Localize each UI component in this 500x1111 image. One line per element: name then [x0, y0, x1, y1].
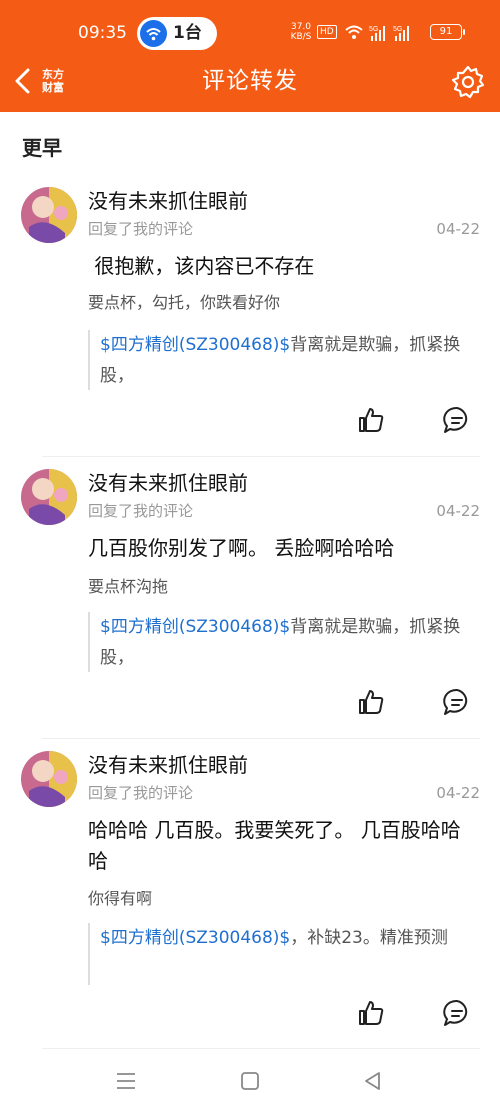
timestamp: 04-22 [436, 220, 480, 238]
list-item[interactable]: 没有未来抓住眼前 回复了我的评论 04-22 几百股你别发了啊。 丢脸啊哈哈哈 … [0, 464, 500, 746]
avatar[interactable] [21, 187, 77, 243]
reply-button[interactable] [442, 687, 472, 717]
my-comment: 要点杯沟拖 [88, 577, 169, 596]
hotspot-count: 1台 [173, 23, 202, 43]
avatar[interactable] [21, 751, 77, 807]
quoted-post[interactable]: $四方精创(SZ300468)$背离就是欺骗，抓紧换股， [88, 330, 480, 390]
battery-icon: 91 [430, 24, 465, 40]
action-text: 回复了我的评论 [88, 220, 194, 238]
reply-button[interactable] [442, 998, 472, 1028]
gear-icon [451, 65, 485, 99]
timestamp: 04-22 [436, 784, 480, 802]
username[interactable]: 没有未来抓住眼前 [88, 750, 248, 780]
section-title: 更早 [22, 136, 62, 160]
home-button[interactable] [237, 1068, 263, 1094]
thumbs-up-icon [359, 408, 384, 432]
triangle-back-icon [365, 1072, 380, 1090]
system-nav-bar [0, 1050, 500, 1111]
settings-button[interactable] [449, 63, 487, 101]
comment-icon [443, 688, 468, 715]
timestamp: 04-22 [436, 502, 480, 520]
my-comment: 你得有啊 [88, 889, 153, 908]
my-comment: 要点杯，勾托，你跌看好你 [88, 293, 281, 312]
comment-icon [443, 999, 468, 1026]
home-icon [241, 1072, 259, 1090]
list-item[interactable]: 没有未来抓住眼前 回复了我的评论 04-22 哈哈哈 几百股。我要笑死了。 几百… [0, 746, 500, 1046]
thumbs-up-icon [359, 690, 384, 714]
nav-back-button[interactable] [360, 1068, 386, 1094]
net-speed: 37.0 KB/S [290, 22, 312, 42]
quoted-post[interactable]: $四方精创(SZ300468)$背离就是欺骗，抓紧换股， [88, 612, 480, 672]
reply-content: 哈哈哈 几百股。我要笑死了。 几百股哈哈哈 [88, 818, 461, 873]
divider [42, 1048, 480, 1049]
stock-link[interactable]: $四方精创(SZ300468)$ [100, 617, 290, 637]
like-button[interactable] [356, 405, 386, 435]
signal-icons: 5G 5G [345, 25, 409, 41]
menu-button[interactable] [113, 1068, 139, 1094]
username[interactable]: 没有未来抓住眼前 [88, 468, 248, 498]
status-time: 09:35 [78, 23, 127, 43]
like-button[interactable] [356, 687, 386, 717]
stock-link[interactable]: $四方精创(SZ300468)$ [100, 335, 290, 355]
action-text: 回复了我的评论 [88, 502, 194, 520]
svg-text:5G: 5G [369, 26, 378, 33]
divider [42, 456, 480, 457]
wifi-hotspot-icon [140, 20, 167, 47]
reply-content: 几百股你别发了啊。 丢脸啊哈哈哈 [88, 536, 395, 560]
hotspot-pill[interactable]: 1台 [137, 17, 217, 50]
action-text: 回复了我的评论 [88, 784, 194, 802]
thumbs-up-icon [359, 1001, 384, 1025]
menu-icon [117, 1073, 135, 1089]
quoted-post[interactable]: $四方精创(SZ300468)$，补缺23。精准预测 [88, 923, 480, 985]
reply-content: 很抱歉，该内容已不存在 [88, 254, 315, 278]
hd-badge: HD [317, 25, 337, 39]
quote-text: ，补缺23。精准预测 [290, 928, 448, 948]
like-button[interactable] [356, 998, 386, 1028]
svg-text:5G: 5G [393, 26, 402, 33]
stock-link[interactable]: $四方精创(SZ300468)$ [100, 928, 290, 948]
comment-icon [443, 406, 468, 433]
divider [42, 738, 480, 739]
list-item[interactable]: 没有未来抓住眼前 回复了我的评论 04-22 很抱歉，该内容已不存在 要点杯，勾… [0, 182, 500, 464]
avatar[interactable] [21, 469, 77, 525]
username[interactable]: 没有未来抓住眼前 [88, 186, 248, 216]
page-title: 评论转发 [202, 68, 298, 94]
title-bar: 东方 财富 评论转发 [0, 50, 500, 112]
reply-button[interactable] [442, 405, 472, 435]
status-bar: 09:35 1台 37.0 KB/S HD 5G 5G 91 [0, 0, 500, 50]
